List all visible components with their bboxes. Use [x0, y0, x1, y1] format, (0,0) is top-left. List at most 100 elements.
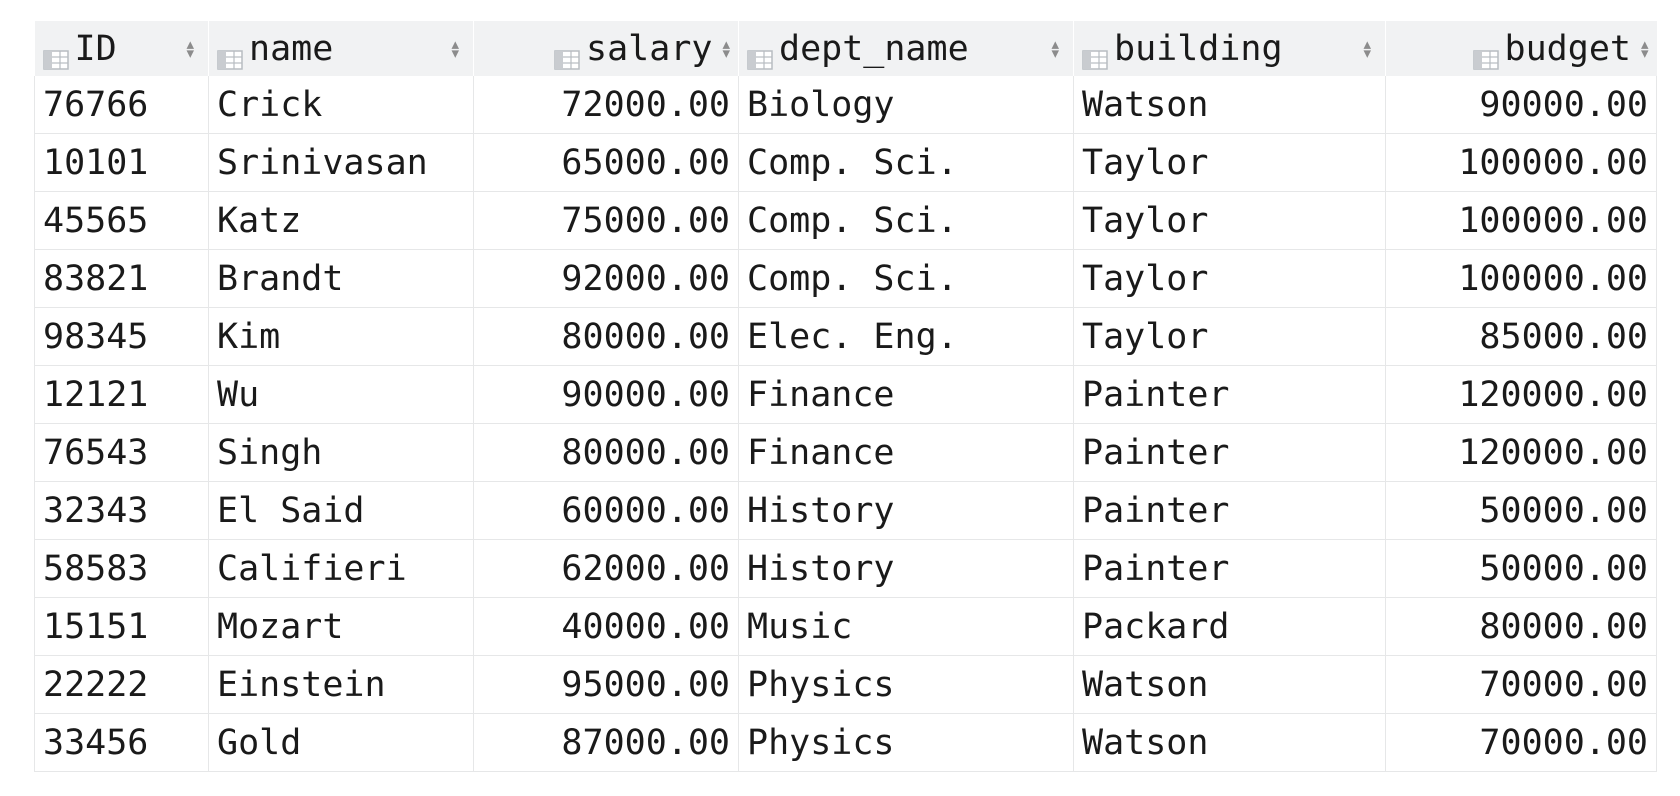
- cell-salary[interactable]: 62000.00: [473, 539, 739, 598]
- header-row: ID ▴ ▾ name ▴ ▾ salary ▴ ▾ dept_name ▴ ▾ building ▴ ▾ b…: [34, 21, 1657, 76]
- column-header-name[interactable]: name ▴ ▾: [208, 21, 474, 76]
- cell-dept-name[interactable]: Music: [738, 597, 1074, 656]
- column-header-content: building ▴ ▾: [1082, 21, 1377, 76]
- sort-icon[interactable]: ▴ ▾: [1641, 36, 1649, 60]
- cell-dept-name[interactable]: Comp. Sci.: [738, 133, 1074, 192]
- cell-salary[interactable]: 90000.00: [473, 365, 739, 424]
- cell-building[interactable]: Watson: [1073, 76, 1386, 134]
- column-header-id[interactable]: ID ▴ ▾: [34, 21, 209, 76]
- column-header-salary[interactable]: salary ▴ ▾: [473, 21, 739, 76]
- cell-id[interactable]: 83821: [34, 249, 209, 308]
- cell-id[interactable]: 98345: [34, 307, 209, 366]
- column-header-building[interactable]: building ▴ ▾: [1073, 21, 1386, 76]
- cell-dept-name[interactable]: Elec. Eng.: [738, 307, 1074, 366]
- cell-salary[interactable]: 72000.00: [473, 76, 739, 134]
- cell-budget[interactable]: 50000.00: [1385, 481, 1657, 540]
- table-row[interactable]: 83821 Brandt 92000.00 Comp. Sci. Taylor 10000…: [34, 249, 1657, 308]
- cell-salary[interactable]: 75000.00: [473, 191, 739, 250]
- cell-id[interactable]: 76766: [34, 76, 209, 134]
- cell-building[interactable]: Watson: [1073, 713, 1386, 772]
- cell-building[interactable]: Packard: [1073, 597, 1386, 656]
- cell-id[interactable]: 12121: [34, 365, 209, 424]
- cell-name[interactable]: Califieri: [208, 539, 474, 598]
- column-header-label: salary: [586, 28, 713, 69]
- cell-budget[interactable]: 50000.00: [1385, 539, 1657, 598]
- cell-name[interactable]: Gold: [208, 713, 474, 772]
- cell-name[interactable]: Singh: [208, 423, 474, 482]
- table-row[interactable]: 76543 Singh 80000.00 Finance Painter 120000.0…: [34, 423, 1657, 482]
- cell-dept-name[interactable]: Biology: [738, 76, 1074, 134]
- cell-building[interactable]: Taylor: [1073, 191, 1386, 250]
- cell-budget[interactable]: 100000.00: [1385, 191, 1657, 250]
- cell-budget[interactable]: 90000.00: [1385, 76, 1657, 134]
- cell-building[interactable]: Watson: [1073, 655, 1386, 714]
- table-row[interactable]: 58583 Califieri 62000.00 History Painter 5000…: [34, 539, 1657, 598]
- table-row[interactable]: 15151 Mozart 40000.00 Music Packard 80000.00: [34, 597, 1657, 656]
- cell-salary[interactable]: 80000.00: [473, 307, 739, 366]
- cell-id[interactable]: 32343: [34, 481, 209, 540]
- cell-salary[interactable]: 40000.00: [473, 597, 739, 656]
- cell-name[interactable]: Crick: [208, 76, 474, 134]
- cell-dept-name[interactable]: Comp. Sci.: [738, 191, 1074, 250]
- cell-budget[interactable]: 120000.00: [1385, 365, 1657, 424]
- cell-budget[interactable]: 100000.00: [1385, 249, 1657, 308]
- cell-name[interactable]: El Said: [208, 481, 474, 540]
- cell-name[interactable]: Mozart: [208, 597, 474, 656]
- cell-salary[interactable]: 87000.00: [473, 713, 739, 772]
- cell-dept-name[interactable]: Comp. Sci.: [738, 249, 1074, 308]
- cell-dept-name[interactable]: Physics: [738, 713, 1074, 772]
- sort-icon[interactable]: ▴ ▾: [1051, 36, 1059, 60]
- cell-building[interactable]: Painter: [1073, 539, 1386, 598]
- cell-budget[interactable]: 70000.00: [1385, 655, 1657, 714]
- sort-icon[interactable]: ▴ ▾: [722, 36, 730, 60]
- cell-name[interactable]: Kim: [208, 307, 474, 366]
- sort-icon[interactable]: ▴ ▾: [451, 36, 459, 60]
- cell-salary[interactable]: 95000.00: [473, 655, 739, 714]
- cell-budget[interactable]: 100000.00: [1385, 133, 1657, 192]
- cell-name[interactable]: Srinivasan: [208, 133, 474, 192]
- column-header-label: dept_name: [779, 28, 969, 69]
- table-row[interactable]: 10101 Srinivasan 65000.00 Comp. Sci. Taylor 1…: [34, 133, 1657, 192]
- cell-salary[interactable]: 92000.00: [473, 249, 739, 308]
- cell-budget[interactable]: 120000.00: [1385, 423, 1657, 482]
- cell-id[interactable]: 45565: [34, 191, 209, 250]
- cell-dept-name[interactable]: Physics: [738, 655, 1074, 714]
- table-row[interactable]: 22222 Einstein 95000.00 Physics Watson 70000.…: [34, 655, 1657, 714]
- cell-budget[interactable]: 70000.00: [1385, 713, 1657, 772]
- cell-salary[interactable]: 65000.00: [473, 133, 739, 192]
- cell-id[interactable]: 58583: [34, 539, 209, 598]
- cell-dept-name[interactable]: History: [738, 481, 1074, 540]
- cell-name[interactable]: Einstein: [208, 655, 474, 714]
- cell-building[interactable]: Taylor: [1073, 249, 1386, 308]
- cell-salary[interactable]: 80000.00: [473, 423, 739, 482]
- column-header-dept-name[interactable]: dept_name ▴ ▾: [738, 21, 1074, 76]
- cell-salary[interactable]: 60000.00: [473, 481, 739, 540]
- cell-name[interactable]: Katz: [208, 191, 474, 250]
- cell-id[interactable]: 33456: [34, 713, 209, 772]
- cell-id[interactable]: 22222: [34, 655, 209, 714]
- table-row[interactable]: 12121 Wu 90000.00 Finance Painter 120000.00: [34, 365, 1657, 424]
- cell-id[interactable]: 10101: [34, 133, 209, 192]
- cell-id[interactable]: 15151: [34, 597, 209, 656]
- table-row[interactable]: 76766 Crick 72000.00 Biology Watson 90000.00: [34, 76, 1657, 134]
- cell-dept-name[interactable]: Finance: [738, 423, 1074, 482]
- cell-budget[interactable]: 80000.00: [1385, 597, 1657, 656]
- cell-building[interactable]: Painter: [1073, 481, 1386, 540]
- cell-dept-name[interactable]: History: [738, 539, 1074, 598]
- cell-building[interactable]: Painter: [1073, 423, 1386, 482]
- cell-dept-name[interactable]: Finance: [738, 365, 1074, 424]
- cell-id[interactable]: 76543: [34, 423, 209, 482]
- table-row[interactable]: 32343 El Said 60000.00 History Painter 50000.…: [34, 481, 1657, 540]
- column-header-budget[interactable]: budget ▴ ▾: [1385, 21, 1657, 76]
- cell-building[interactable]: Taylor: [1073, 307, 1386, 366]
- cell-budget[interactable]: 85000.00: [1385, 307, 1657, 366]
- table-row[interactable]: 98345 Kim 80000.00 Elec. Eng. Taylor 85000.00: [34, 307, 1657, 366]
- table-row[interactable]: 45565 Katz 75000.00 Comp. Sci. Taylor 100000.…: [34, 191, 1657, 250]
- cell-building[interactable]: Taylor: [1073, 133, 1386, 192]
- table-row[interactable]: 33456 Gold 87000.00 Physics Watson 70000.00: [34, 713, 1657, 772]
- cell-building[interactable]: Painter: [1073, 365, 1386, 424]
- sort-icon[interactable]: ▴ ▾: [186, 36, 194, 60]
- cell-name[interactable]: Brandt: [208, 249, 474, 308]
- cell-name[interactable]: Wu: [208, 365, 474, 424]
- sort-icon[interactable]: ▴ ▾: [1363, 36, 1371, 60]
